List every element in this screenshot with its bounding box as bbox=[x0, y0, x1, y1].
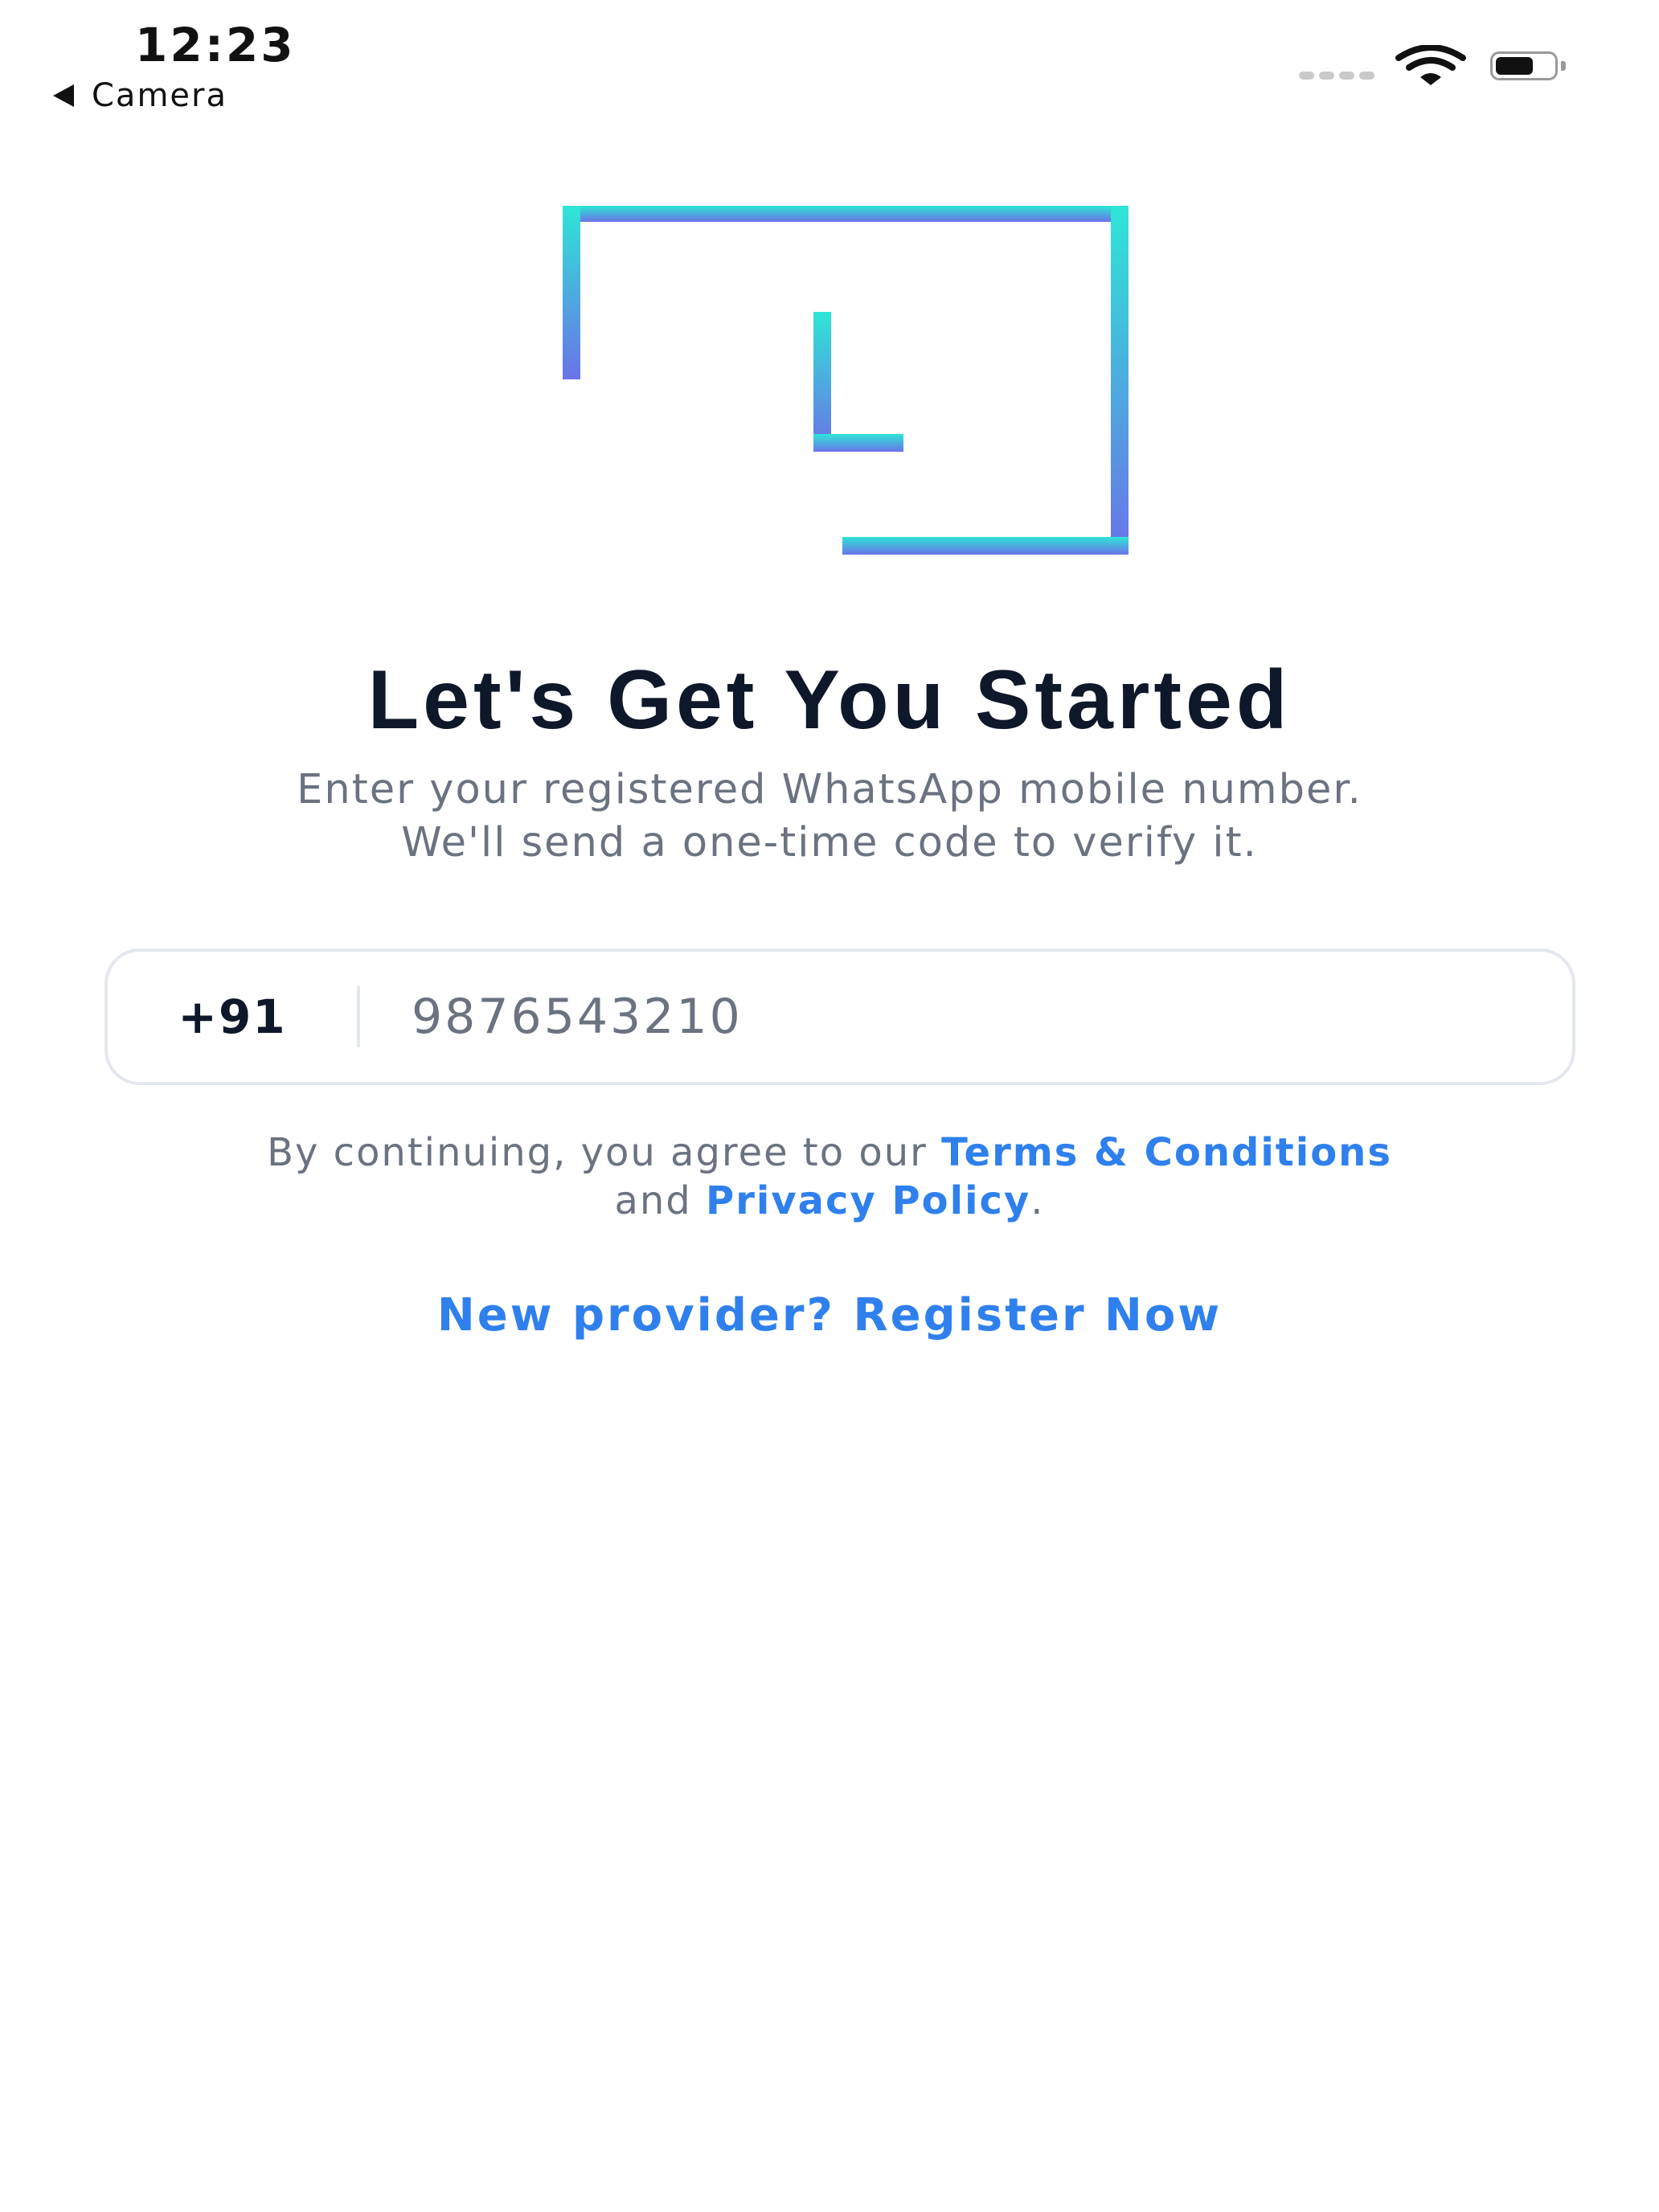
phone-number-input[interactable] bbox=[360, 988, 1572, 1046]
back-label: Camera bbox=[92, 77, 227, 114]
page-title: Let's Get You Started bbox=[367, 653, 1292, 747]
terms-conditions-link[interactable]: Terms & Conditions bbox=[941, 1130, 1392, 1175]
page-subtitle: Enter your registered WhatsApp mobile nu… bbox=[0, 764, 1659, 870]
phone-number-field[interactable]: +91 bbox=[104, 948, 1575, 1085]
back-to-camera-button[interactable]: Camera bbox=[53, 77, 227, 114]
terms-middle: and bbox=[614, 1178, 707, 1223]
privacy-policy-link[interactable]: Privacy Policy bbox=[706, 1178, 1030, 1223]
status-time: 12:23 bbox=[135, 18, 296, 72]
wifi-icon bbox=[1395, 45, 1466, 85]
terms-line-2: and Privacy Policy. bbox=[0, 1177, 1659, 1225]
back-triangle-icon bbox=[53, 84, 74, 107]
terms-prefix: By continuing, you agree to our bbox=[267, 1130, 942, 1175]
terms-notice: By continuing, you agree to our Terms & … bbox=[0, 1129, 1659, 1225]
battery-icon bbox=[1490, 51, 1567, 80]
terms-line-1: By continuing, you agree to our Terms & … bbox=[0, 1129, 1659, 1177]
subtitle-line-2: We'll send a one-time code to verify it. bbox=[401, 819, 1258, 866]
country-code[interactable]: +91 bbox=[108, 989, 357, 1044]
signal-dots-icon bbox=[1299, 72, 1374, 80]
register-now-link[interactable]: New provider? Register Now bbox=[0, 1289, 1659, 1342]
app-logo bbox=[563, 206, 1129, 555]
terms-suffix: . bbox=[1030, 1178, 1045, 1223]
subtitle-line-1: Enter your registered WhatsApp mobile nu… bbox=[297, 766, 1362, 813]
